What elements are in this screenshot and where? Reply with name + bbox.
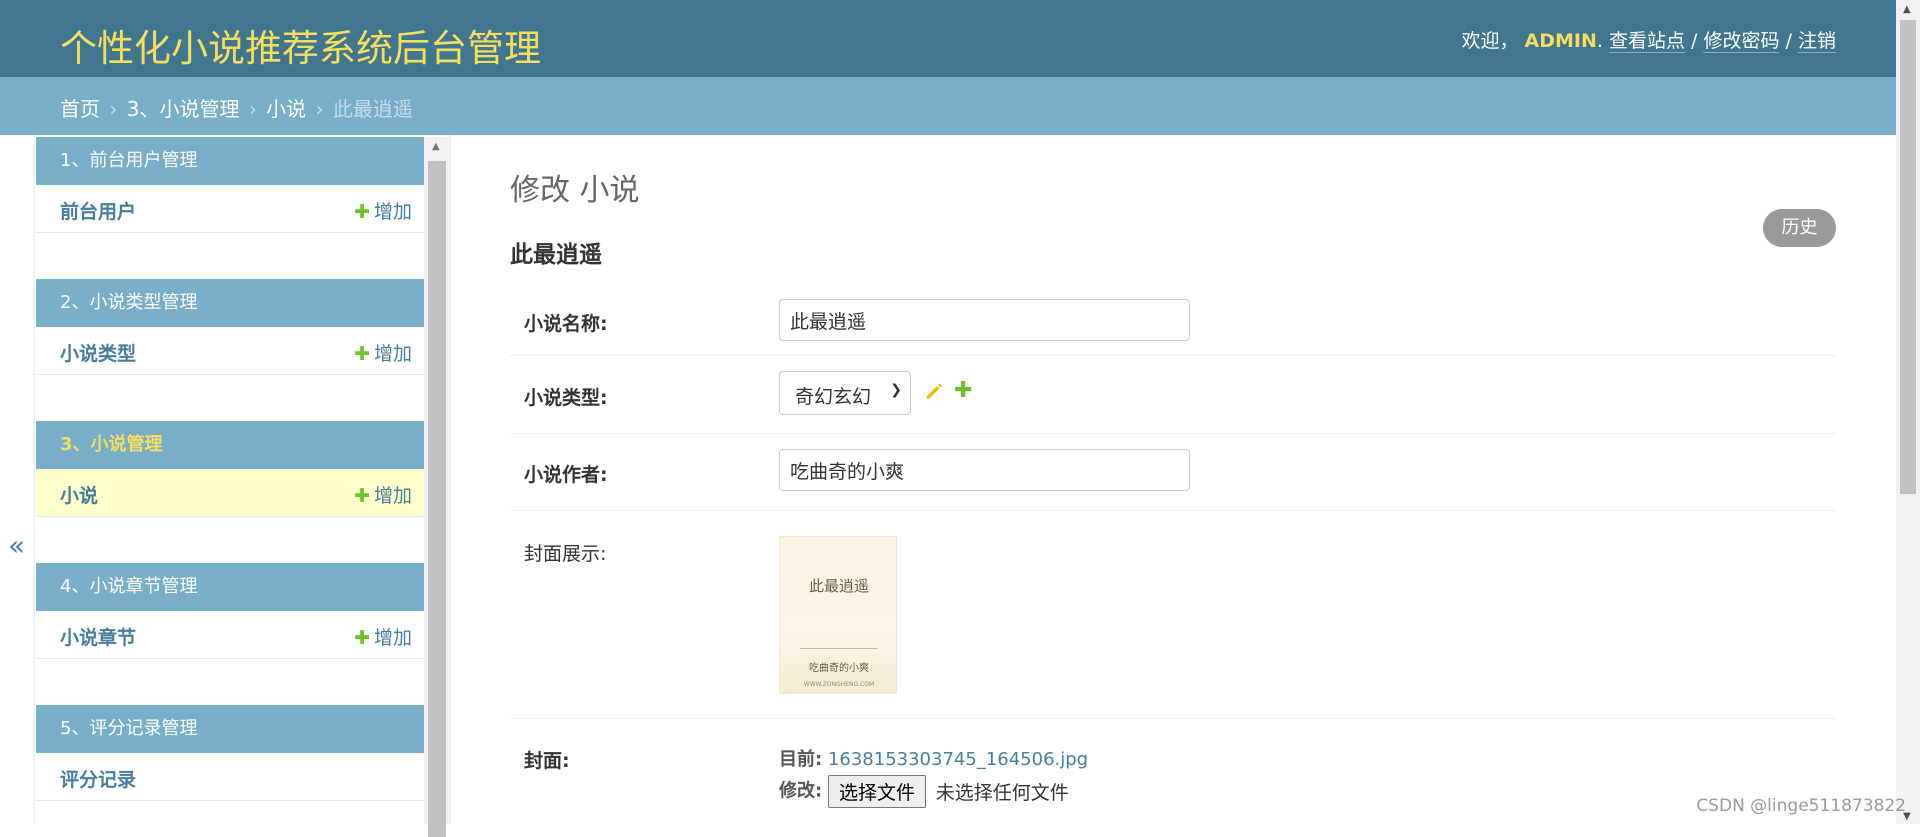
sidebar-item-types: 小说类型 ✚ 增加	[36, 327, 424, 375]
breadcrumb-separator: ›	[315, 97, 324, 121]
cover-image: 此最逍遥 吃曲奇的小爽 WWW.ZONGHENG.COM	[779, 536, 897, 694]
sidebar-toggle[interactable]: «	[0, 135, 35, 824]
breadcrumb-separator: ›	[248, 97, 257, 121]
add-related-icon[interactable]: ✚	[954, 378, 972, 403]
author-input[interactable]	[779, 449, 1190, 491]
field-label: 封面展示:	[524, 543, 607, 565]
scrollbar-thumb[interactable]	[1900, 20, 1916, 494]
current-file-link[interactable]: 1638153303745_164506.jpg	[828, 749, 1088, 770]
module-caption[interactable]: 4、小说章节管理	[36, 563, 424, 611]
main-content: 修改 小说 历史 此最逍遥 小说名称: 小说类型: 奇幻玄幻 ❯ ✚ 小说作者:…	[510, 135, 1836, 824]
cover-author: 吃曲奇的小爽	[809, 663, 869, 674]
add-label: 增加	[373, 343, 412, 365]
scroll-up-icon[interactable]: ▲	[1903, 4, 1911, 15]
header: 个性化小说推荐系统后台管理 欢迎， ADMIN. 查看站点 / 修改密码 / 注…	[0, 0, 1896, 77]
scroll-up-icon[interactable]: ▲	[432, 141, 440, 152]
user-tools: 欢迎， ADMIN. 查看站点 / 修改密码 / 注销	[1461, 30, 1836, 53]
sidebar-item-novels: 小说 ✚ 增加	[36, 469, 424, 517]
welcome-text: 欢迎，	[1461, 30, 1519, 52]
sidebar-module-users: 1、前台用户管理 前台用户 ✚ 增加	[36, 137, 424, 233]
plus-icon: ✚	[354, 201, 370, 223]
view-site-link[interactable]: 查看站点	[1608, 30, 1685, 53]
field-label: 小说作者:	[524, 464, 608, 486]
breadcrumb-separator: ›	[109, 97, 118, 121]
no-file-text: 未选择任何文件	[935, 782, 1069, 804]
cover-site: WWW.ZONGHENG.COM	[803, 681, 875, 688]
breadcrumb-app[interactable]: 3、小说管理	[127, 97, 240, 121]
history-button[interactable]: 历史	[1763, 209, 1836, 247]
collapse-sidebar-icon[interactable]: «	[8, 529, 25, 562]
sidebar-module-novels: 3、小说管理 小说 ✚ 增加	[36, 421, 424, 517]
add-label: 增加	[373, 201, 412, 223]
form-row-name: 小说名称:	[510, 287, 1836, 356]
choose-file-button[interactable]: 选择文件	[827, 775, 926, 808]
plus-icon: ✚	[354, 627, 370, 649]
model-link[interactable]: 小说	[60, 481, 98, 508]
breadcrumb-current: 此最逍遥	[332, 97, 413, 121]
page-scrollbar[interactable]: ▲ ▼	[1896, 0, 1920, 824]
add-link[interactable]: ✚ 增加	[354, 623, 412, 650]
logout-link[interactable]: 注销	[1797, 30, 1836, 53]
name-input[interactable]	[779, 299, 1190, 341]
module-caption[interactable]: 1、前台用户管理	[36, 137, 424, 185]
change-label: 修改:	[779, 780, 823, 802]
scrollbar-thumb[interactable]	[428, 161, 446, 837]
sidebar-item-chapters: 小说章节 ✚ 增加	[36, 611, 424, 659]
watermark: CSDN @linge511873822	[1696, 796, 1906, 816]
form-row-cover: 封面: 目前: 1638153303745_164506.jpg 修改: 选择文…	[510, 719, 1836, 824]
add-label: 增加	[373, 485, 412, 507]
sidebar-scrollbar[interactable]: ▲	[424, 137, 450, 837]
plus-icon: ✚	[354, 485, 370, 507]
model-link[interactable]: 前台用户	[60, 197, 136, 224]
form-row-type: 小说类型: 奇幻玄幻 ❯ ✚	[510, 356, 1836, 434]
current-label: 目前:	[779, 749, 823, 770]
change-file: 修改: 选择文件 未选择任何文件	[779, 775, 1069, 808]
site-name[interactable]: 个性化小说推荐系统后台管理	[60, 18, 541, 72]
form-row-cover-display: 封面展示: 此最逍遥 吃曲奇的小爽 WWW.ZONGHENG.COM	[510, 511, 1836, 719]
current-file: 目前: 1638153303745_164506.jpg	[779, 745, 1088, 771]
cover-ornament	[800, 648, 878, 649]
add-link[interactable]: ✚ 增加	[354, 197, 412, 224]
change-password-link[interactable]: 修改密码	[1703, 30, 1780, 53]
plus-icon: ✚	[354, 343, 370, 365]
chevron-down-icon: ❯	[890, 382, 902, 398]
separator: /	[1785, 30, 1792, 52]
add-link[interactable]: ✚ 增加	[354, 339, 412, 366]
field-label: 小说类型:	[524, 387, 608, 409]
type-select[interactable]: 奇幻玄幻 ❯	[779, 371, 911, 415]
sidebar-item-ratings: 评分记录	[36, 753, 424, 801]
module-caption[interactable]: 5、评分记录管理	[36, 705, 424, 753]
breadcrumb-model[interactable]: 小说	[266, 97, 306, 121]
add-link[interactable]: ✚ 增加	[354, 481, 412, 508]
form-row-author: 小说作者:	[510, 434, 1836, 511]
object-name: 此最逍遥	[510, 242, 602, 268]
module-caption[interactable]: 2、小说类型管理	[36, 279, 424, 327]
cover-title: 此最逍遥	[808, 577, 869, 595]
module-caption[interactable]: 3、小说管理	[36, 421, 424, 469]
sidebar-module-chapters: 4、小说章节管理 小说章节 ✚ 增加	[36, 563, 424, 659]
sidebar-module-ratings: 5、评分记录管理 评分记录	[36, 705, 424, 801]
sidebar-module-types: 2、小说类型管理 小说类型 ✚ 增加	[36, 279, 424, 375]
sidebar: 1、前台用户管理 前台用户 ✚ 增加 2、小说类型管理 小说类型 ✚ 增加 3、小说…	[36, 137, 424, 824]
model-link[interactable]: 评分记录	[60, 765, 136, 792]
pencil-icon[interactable]	[924, 381, 944, 401]
model-link[interactable]: 小说章节	[60, 623, 136, 650]
sidebar-item-users: 前台用户 ✚ 增加	[36, 185, 424, 233]
breadcrumb: 首页 › 3、小说管理 › 小说 › 此最逍遥	[0, 77, 1896, 135]
divider	[450, 135, 451, 824]
username: ADMIN	[1524, 30, 1597, 52]
field-label: 封面:	[524, 750, 570, 772]
add-label: 增加	[373, 627, 412, 649]
separator: /	[1691, 30, 1698, 52]
page-title: 修改 小说	[510, 173, 640, 208]
model-link[interactable]: 小说类型	[60, 339, 136, 366]
field-label: 小说名称:	[524, 313, 608, 335]
breadcrumb-home[interactable]: 首页	[60, 97, 100, 121]
select-value: 奇幻玄幻	[795, 386, 872, 408]
